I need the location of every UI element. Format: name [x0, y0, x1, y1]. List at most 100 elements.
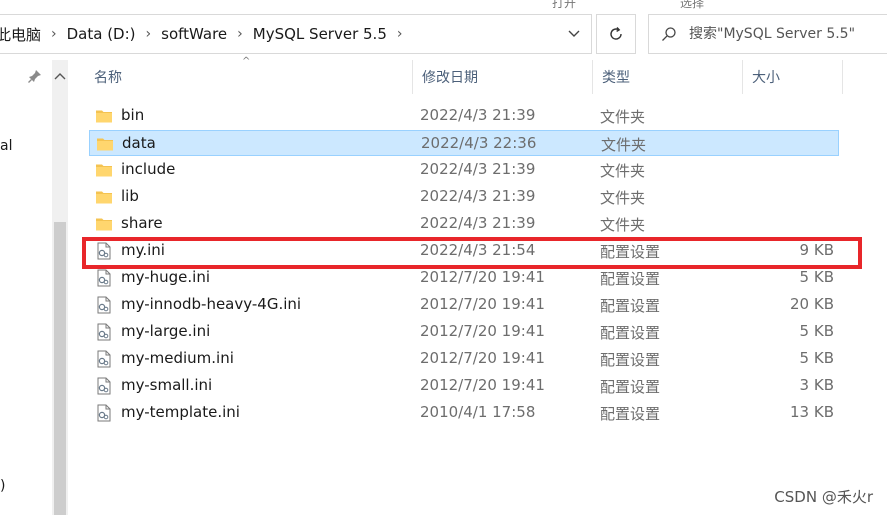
column-header-date[interactable]: 修改日期: [413, 60, 593, 94]
ribbon-remnant: 打开 选择: [0, 0, 887, 10]
column-size-label: 大小: [752, 70, 780, 86]
file-modified-date: 2012/7/20 19:41: [420, 322, 545, 340]
file-modified-date: 2022/4/3 21:39: [420, 106, 536, 124]
file-row[interactable]: lib 2022/4/3 21:39 文件夹: [89, 184, 839, 210]
file-modified-date: 2022/4/3 21:54: [420, 241, 536, 259]
file-name: share: [121, 214, 163, 232]
file-name: my-innodb-heavy-4G.ini: [121, 295, 302, 313]
refresh-button[interactable]: [596, 14, 636, 54]
config-file-icon: [95, 323, 113, 341]
file-type: 配置设置: [600, 351, 661, 369]
search-input[interactable]: [689, 26, 879, 42]
ribbon-select-label[interactable]: 选择: [680, 0, 704, 11]
file-type: 配置设置: [600, 270, 661, 288]
crumb-software[interactable]: softWare: [157, 25, 231, 43]
search-icon: [649, 26, 689, 42]
file-type: 配置设置: [600, 243, 661, 261]
navigation-pane: al ): [0, 60, 52, 515]
file-type: 配置设置: [600, 324, 661, 342]
file-row[interactable]: bin 2022/4/3 21:39 文件夹: [89, 103, 839, 129]
file-row[interactable]: my-innodb-heavy-4G.ini 2012/7/20 19:41 配置设…: [89, 292, 839, 318]
column-header-row: ^ 名称 修改日期 类型 大小: [80, 56, 887, 94]
file-size: 13 KB: [790, 403, 834, 421]
config-file-icon: [95, 404, 113, 422]
column-header-size[interactable]: 大小: [743, 60, 843, 94]
nav-item-fragment[interactable]: ): [0, 478, 5, 494]
file-type: 配置设置: [600, 297, 661, 315]
file-name: my.ini: [121, 241, 165, 259]
chevron-right-icon[interactable]: ›: [45, 26, 63, 42]
crumb-drive-d[interactable]: Data (D:): [63, 25, 140, 43]
file-row[interactable]: my.ini 2022/4/3 21:54 配置设置 9 KB: [89, 238, 839, 264]
file-row[interactable]: my-template.ini 2010/4/1 17:58 配置设置 13 KB: [89, 400, 839, 426]
file-row[interactable]: my-small.ini 2012/7/20 19:41 配置设置 3 KB: [89, 373, 839, 399]
file-type: 文件夹: [600, 216, 646, 234]
address-history-dropdown[interactable]: [557, 15, 591, 53]
file-modified-date: 2010/4/1 17:58: [420, 403, 536, 421]
nav-item-fragment[interactable]: al: [0, 138, 12, 154]
chevron-right-icon[interactable]: ›: [391, 26, 409, 42]
file-type: 文件夹: [601, 136, 647, 154]
column-date-label: 修改日期: [422, 70, 478, 86]
folder-icon: [95, 188, 113, 206]
nav-scrollbar[interactable]: [52, 60, 68, 515]
column-name-label: 名称: [94, 70, 122, 86]
file-size: 5 KB: [799, 322, 834, 340]
folder-icon: [96, 135, 114, 153]
file-modified-date: 2012/7/20 19:41: [420, 349, 545, 367]
config-file-icon: [95, 242, 113, 260]
file-row[interactable]: include 2022/4/3 21:39 文件夹: [89, 157, 839, 183]
file-modified-date: 2022/4/3 21:39: [420, 187, 536, 205]
address-bar[interactable]: 此电脑 › Data (D:) › softWare › MySQL Serve…: [0, 14, 592, 54]
file-name: my-medium.ini: [121, 349, 234, 367]
file-name: lib: [121, 187, 139, 205]
file-name: my-large.ini: [121, 322, 211, 340]
chevron-right-icon[interactable]: ›: [140, 26, 158, 42]
folder-icon: [95, 107, 113, 125]
column-header-name[interactable]: 名称: [85, 60, 413, 94]
config-file-icon: [95, 296, 113, 314]
column-type-label: 类型: [602, 70, 630, 86]
refresh-icon: [610, 27, 622, 40]
file-row[interactable]: my-large.ini 2012/7/20 19:41 配置设置 5 KB: [89, 319, 839, 345]
pin-icon[interactable]: [28, 68, 42, 87]
breadcrumb: 此电脑 › Data (D:) › softWare › MySQL Serve…: [0, 15, 408, 53]
column-header-type[interactable]: 类型: [593, 60, 743, 94]
file-type: 配置设置: [600, 378, 661, 396]
chevron-down-icon: [568, 30, 580, 37]
file-type: 文件夹: [600, 162, 646, 180]
file-row[interactable]: data 2022/4/3 22:36 文件夹: [89, 130, 839, 156]
file-modified-date: 2022/4/3 21:39: [420, 160, 536, 178]
file-size: 5 KB: [799, 349, 834, 367]
file-row[interactable]: share 2022/4/3 21:39 文件夹: [89, 211, 839, 237]
config-file-icon: [95, 269, 113, 287]
watermark: CSDN @禾火r: [774, 488, 873, 506]
file-size: 3 KB: [799, 376, 834, 394]
config-file-icon: [95, 377, 113, 395]
file-name: bin: [121, 106, 145, 124]
file-name: my-small.ini: [121, 376, 213, 394]
file-list: ^ 名称 修改日期 类型 大小 bin 2022/4/3 21:39 文件夹 data…: [80, 56, 887, 515]
chevron-right-icon[interactable]: ›: [231, 26, 249, 42]
file-name: my-huge.ini: [121, 268, 211, 286]
file-type: 文件夹: [600, 108, 646, 126]
scrollbar-thumb[interactable]: [54, 222, 66, 515]
file-name: my-template.ini: [121, 403, 240, 421]
folder-icon: [95, 161, 113, 179]
config-file-icon: [95, 350, 113, 368]
file-modified-date: 2012/7/20 19:41: [420, 376, 545, 394]
file-size: 5 KB: [799, 268, 834, 286]
search-box[interactable]: [648, 14, 887, 54]
file-row[interactable]: my-medium.ini 2012/7/20 19:41 配置设置 5 KB: [89, 346, 839, 372]
scroll-up-icon[interactable]: [54, 66, 66, 85]
file-row[interactable]: my-huge.ini 2012/7/20 19:41 配置设置 5 KB: [89, 265, 839, 291]
file-name: data: [122, 134, 156, 152]
ribbon-open-label[interactable]: 打开: [552, 0, 576, 11]
file-modified-date: 2012/7/20 19:41: [420, 268, 545, 286]
file-modified-date: 2022/4/3 22:36: [421, 134, 537, 152]
crumb-this-pc[interactable]: 此电脑: [0, 24, 45, 45]
file-modified-date: 2022/4/3 21:39: [420, 214, 536, 232]
file-name: include: [121, 160, 176, 178]
file-type: 配置设置: [600, 405, 661, 423]
crumb-mysql-server[interactable]: MySQL Server 5.5: [249, 25, 391, 43]
